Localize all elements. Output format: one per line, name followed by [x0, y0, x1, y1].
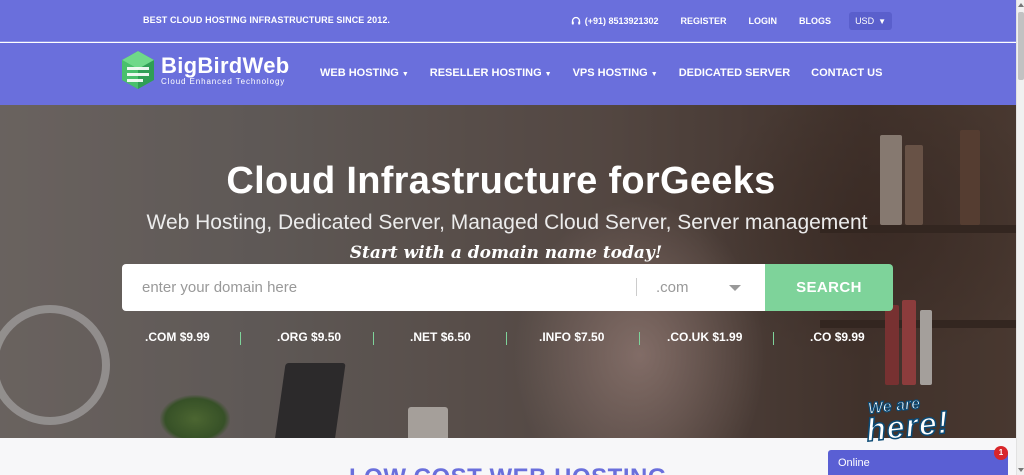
hero-subtitle: Web Hosting, Dedicated Server, Managed C… [146, 211, 868, 234]
logo-text: BigBirdWeb Cloud Enhanced Technology [161, 53, 290, 87]
phone-number: (+91) 8513921302 [584, 16, 659, 26]
price: $7.50 [574, 330, 605, 344]
tld-price-com[interactable]: .COM $9.99 [145, 330, 210, 344]
nav-reseller-hosting[interactable]: RESELLER HOSTING ▼ [430, 67, 552, 79]
nav-label: RESELLER HOSTING [429, 67, 542, 79]
top-bar: BEST CLOUD HOSTING INFRASTRUCTURE SINCE … [0, 0, 1016, 42]
price-divider [773, 332, 774, 345]
page-scrollbar[interactable] [1016, 0, 1024, 475]
chat-notification-badge: 1 [994, 446, 1008, 460]
chevron-down-icon: ▼ [401, 70, 409, 78]
login-link[interactable]: LOGIN [749, 9, 778, 33]
caret-down-icon [729, 285, 741, 291]
hero-title: Cloud Infrastructure forGeeks [226, 160, 776, 202]
tagline: BEST CLOUD HOSTING INFRASTRUCTURE SINCE … [143, 15, 391, 25]
domain-search-input[interactable] [122, 264, 636, 311]
scroll-down-icon[interactable] [1018, 468, 1024, 472]
logo[interactable]: BigBirdWeb Cloud Enhanced Technology [121, 50, 289, 90]
hero-section: Cloud Infrastructure forGeeks Web Hostin… [0, 105, 1016, 438]
price: $1.99 [712, 330, 743, 344]
badge-line-2: here! [864, 403, 952, 449]
logo-cube-icon [121, 50, 155, 90]
primary-nav: WEB HOSTING ▼ RESELLER HOSTING ▼ VPS HOSTI… [320, 67, 903, 79]
main-nav-bar: BigBirdWeb Cloud Enhanced Technology WEB… [0, 43, 1016, 105]
price-divider [240, 332, 241, 345]
price: $9.50 [311, 330, 342, 344]
scroll-thumb[interactable] [1018, 12, 1024, 80]
domain-search-form: .com SEARCH [122, 264, 893, 311]
search-button[interactable]: SEARCH [765, 264, 893, 311]
nav-label: CONTACT US [811, 67, 883, 79]
divider [636, 278, 637, 296]
tld: .CO.UK [667, 330, 709, 344]
nav-web-hosting[interactable]: WEB HOSTING ▼ [320, 67, 409, 79]
nav-label: VPS HOSTING [572, 67, 648, 79]
chevron-down-icon: ▼ [650, 70, 658, 78]
tld: .INFO [539, 330, 571, 344]
nav-label: WEB HOSTING [320, 67, 399, 79]
tld: .ORG [277, 330, 308, 344]
nav-vps-hosting[interactable]: VPS HOSTING ▼ [573, 67, 658, 79]
nav-label: DEDICATED SERVER [678, 67, 791, 79]
logo-name: BigBirdWeb [161, 53, 290, 78]
scroll-up-icon[interactable] [1018, 3, 1024, 7]
tld-select[interactable]: .com [636, 264, 765, 311]
we-are-here-badge[interactable]: We are here! [864, 395, 962, 449]
currency-select[interactable]: USD ▼ [849, 12, 892, 30]
tld-price-net[interactable]: .NET $6.50 [410, 330, 471, 344]
nav-dedicated-server[interactable]: DEDICATED SERVER [679, 67, 790, 79]
tld: .CO [810, 330, 832, 344]
hero-cta-text: Start with a domain name today! [349, 243, 663, 263]
tld-price-info[interactable]: .INFO $7.50 [539, 330, 604, 344]
price: $6.50 [440, 330, 471, 344]
top-links: (+91) 8513921302 REGISTER LOGIN BLOGS US… [549, 9, 892, 33]
blogs-link[interactable]: BLOGS [799, 9, 831, 33]
tld: .COM [145, 330, 177, 344]
currency-value: USD [855, 16, 875, 26]
chat-status: Online [838, 457, 870, 469]
tld-value: .com [656, 279, 689, 296]
tld-price-org[interactable]: .ORG $9.50 [277, 330, 341, 344]
logo-subtitle: Cloud Enhanced Technology [161, 77, 286, 86]
price-divider [373, 332, 374, 345]
chevron-down-icon: ▼ [878, 16, 886, 26]
headset-icon [571, 16, 580, 25]
tld-price-couk[interactable]: .CO.UK $1.99 [667, 330, 742, 344]
register-link[interactable]: REGISTER [681, 9, 727, 33]
price-divider [639, 332, 640, 345]
tld-price-co[interactable]: .CO $9.99 [810, 330, 865, 344]
nav-contact-us[interactable]: CONTACT US [811, 67, 882, 79]
chevron-down-icon: ▼ [544, 70, 552, 78]
price-divider [506, 332, 507, 345]
chat-widget[interactable]: Online 1 [828, 446, 1008, 475]
price: $9.99 [179, 330, 210, 344]
tld: .NET [410, 330, 438, 344]
phone-link[interactable]: (+91) 8513921302 [571, 9, 659, 33]
price: $9.99 [834, 330, 865, 344]
tld-price-list: .COM $9.99 .ORG $9.50 .NET $6.50 .INFO $… [122, 330, 893, 346]
